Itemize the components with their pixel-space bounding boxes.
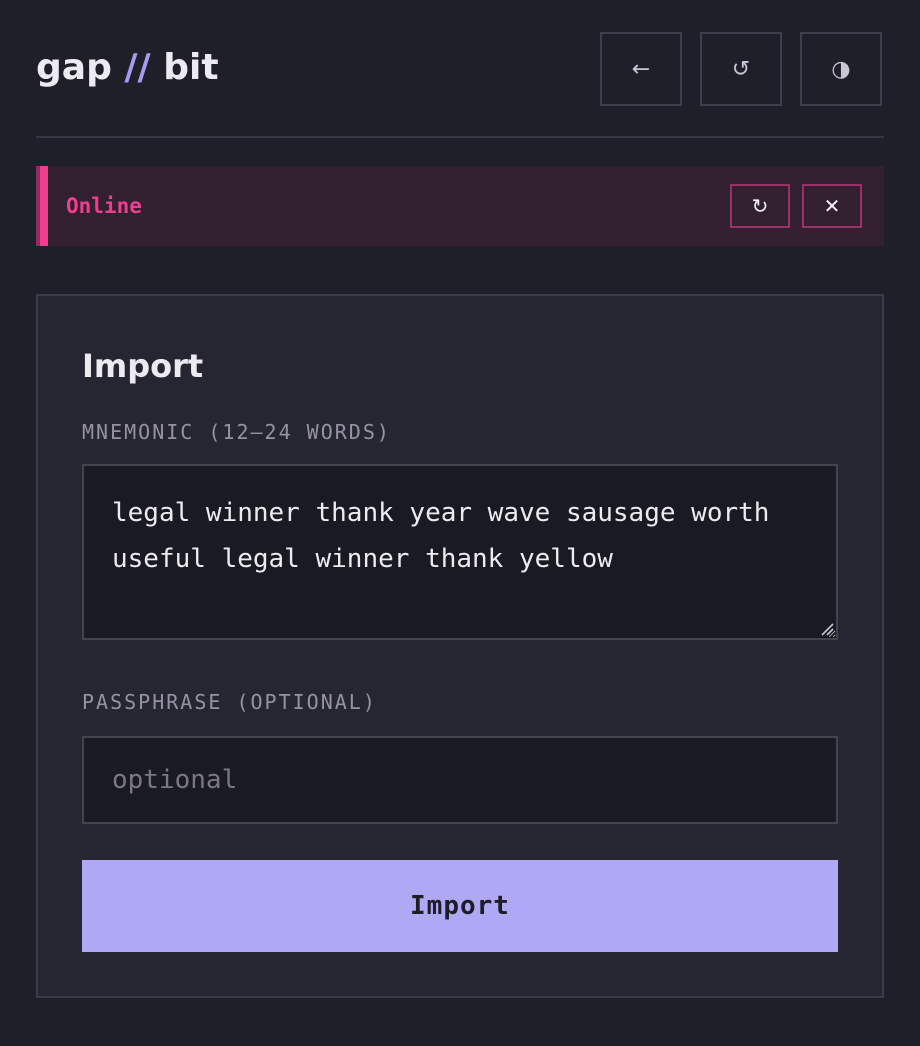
import-card: Import MNEMONIC (12–24 WORDS) legal winn…	[36, 294, 884, 998]
brand-left: gap	[36, 47, 112, 88]
undo-button[interactable]: ↺	[700, 32, 782, 106]
app-header: gap // bit ← ↺ ◑	[36, 32, 884, 108]
theme-toggle-button[interactable]: ◑	[800, 32, 882, 106]
app-logo: gap // bit	[36, 46, 219, 90]
status-text: Online	[66, 194, 142, 218]
status-banner: Online ↻ ✕	[36, 166, 884, 246]
refresh-icon: ↻	[751, 194, 769, 218]
passphrase-label: PASSPHRASE (OPTIONAL)	[82, 690, 377, 714]
back-button[interactable]: ←	[600, 32, 682, 106]
mnemonic-input[interactable]: legal winner thank year wave sausage wor…	[82, 464, 838, 640]
undo-icon: ↺	[731, 56, 751, 82]
dismiss-button[interactable]: ✕	[802, 184, 862, 228]
mnemonic-label: MNEMONIC (12–24 WORDS)	[82, 420, 391, 444]
card-title: Import	[82, 347, 204, 385]
brand-separator: //	[124, 47, 151, 88]
resize-grip-icon[interactable]	[820, 622, 834, 636]
banner-accent-bar	[36, 166, 48, 246]
passphrase-input[interactable]	[82, 736, 838, 824]
half-circle-theme-icon: ◑	[831, 56, 851, 82]
brand-right: bit	[163, 47, 219, 88]
header-divider	[36, 136, 884, 138]
close-icon: ✕	[823, 194, 841, 218]
refresh-button[interactable]: ↻	[730, 184, 790, 228]
import-button[interactable]: Import	[82, 860, 838, 952]
arrow-left-icon: ←	[631, 56, 651, 82]
